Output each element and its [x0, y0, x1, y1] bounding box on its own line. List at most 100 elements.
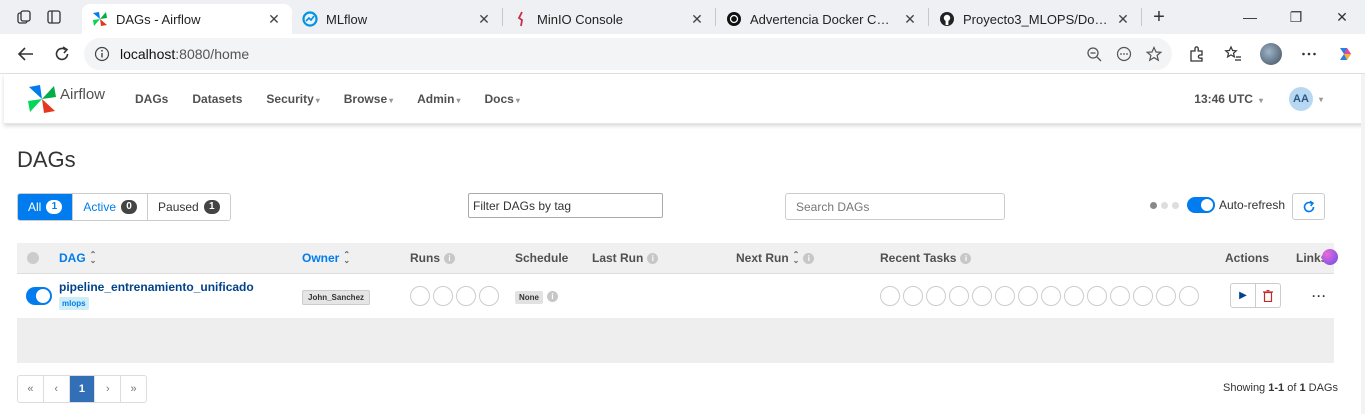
- extensions-icon[interactable]: [1188, 45, 1206, 63]
- minimize-icon[interactable]: —: [1227, 0, 1273, 34]
- site-info-icon[interactable]: [94, 46, 110, 62]
- dag-link[interactable]: pipeline_entrenamiento_unificado: [59, 280, 302, 294]
- trigger-dag-button[interactable]: ▶: [1231, 284, 1256, 307]
- header-next-run[interactable]: Next Run ⌃ ⌄ i: [736, 243, 880, 274]
- dag-tag[interactable]: mlops: [59, 296, 89, 310]
- dag-pause-toggle[interactable]: [26, 286, 52, 305]
- close-window-icon[interactable]: ✕: [1319, 0, 1365, 34]
- status-filter-group: All 1 Active 0 Paused 1: [17, 193, 231, 221]
- zoom-out-icon[interactable]: [1086, 46, 1102, 62]
- utc-clock[interactable]: 13:46 UTC ▾: [1194, 92, 1263, 106]
- task-state-circle[interactable]: [949, 285, 969, 306]
- header-toggle-col: [17, 243, 59, 274]
- more-links-icon[interactable]: ···: [1296, 289, 1327, 303]
- showing-prefix: Showing: [1222, 381, 1266, 394]
- menu-dags[interactable]: DAGs: [135, 92, 168, 106]
- menu-docs[interactable]: Docs ▾: [485, 92, 520, 106]
- task-state-circle[interactable]: [1041, 285, 1061, 306]
- task-state-circle[interactable]: [1110, 285, 1130, 306]
- run-state-circle[interactable]: [410, 285, 430, 306]
- tab-close-icon[interactable]: ✕: [902, 11, 918, 28]
- tab-mlflow[interactable]: MLflow ✕: [292, 4, 502, 34]
- task-state-circle[interactable]: [972, 285, 992, 306]
- refresh-button[interactable]: [1292, 193, 1325, 220]
- filter-paused-button[interactable]: Paused 1: [148, 194, 230, 220]
- task-state-circle[interactable]: [926, 285, 946, 306]
- tag-filter-input[interactable]: Filter DAGs by tag: [468, 193, 663, 218]
- run-state-circle[interactable]: [456, 285, 476, 306]
- tab-github[interactable]: Proyecto3_MLOPS/Dockerfile ✕: [929, 4, 1141, 34]
- task-state-circle[interactable]: [1156, 285, 1176, 306]
- autorefresh-toggle[interactable]: [1187, 197, 1215, 213]
- run-state-circle[interactable]: [479, 285, 499, 306]
- header-label: Owner: [302, 250, 340, 265]
- info-icon[interactable]: i: [960, 252, 972, 264]
- header-owner[interactable]: Owner ⌃ ⌄: [302, 243, 410, 274]
- page-first-button[interactable]: «: [18, 375, 44, 402]
- copilot-floating-icon[interactable]: [1322, 249, 1338, 265]
- task-state-circle[interactable]: [1064, 285, 1084, 306]
- page-next-button[interactable]: ›: [95, 375, 122, 402]
- menu-label: Security: [266, 91, 314, 106]
- tab-close-icon[interactable]: ✕: [689, 11, 705, 28]
- more-options-circle-icon[interactable]: [1116, 46, 1132, 62]
- tab-close-icon[interactable]: ✕: [476, 11, 492, 28]
- page-scrollbar[interactable]: [1361, 74, 1365, 414]
- showing-range: 1-1: [1268, 381, 1285, 394]
- task-state-circle[interactable]: [1018, 285, 1038, 306]
- restore-icon[interactable]: ❐: [1273, 0, 1319, 34]
- task-state-circle[interactable]: [880, 285, 900, 306]
- owner-chip[interactable]: John_Sanchez: [302, 289, 371, 305]
- workspaces-icon[interactable]: [16, 9, 32, 25]
- tab-title: DAGs - Airflow: [116, 11, 201, 27]
- profile-avatar[interactable]: [1260, 42, 1282, 65]
- menu-admin[interactable]: Admin ▾: [417, 92, 460, 106]
- task-state-circle[interactable]: [995, 285, 1015, 306]
- caret-down-icon: ▾: [315, 95, 320, 105]
- favorite-star-icon[interactable]: [1146, 45, 1162, 62]
- menu-security[interactable]: Security ▾: [266, 92, 319, 106]
- back-arrow-icon: [17, 46, 33, 61]
- run-state-circle[interactable]: [433, 285, 453, 306]
- user-menu[interactable]: AA ▾: [1288, 87, 1323, 111]
- airflow-pinwheel-icon: [28, 84, 56, 113]
- back-button[interactable]: [8, 38, 44, 70]
- filter-all-button[interactable]: All 1: [18, 194, 74, 220]
- page-prev-button[interactable]: ‹: [44, 375, 70, 402]
- tab-airflow[interactable]: DAGs - Airflow ✕: [82, 4, 292, 34]
- reload-button[interactable]: [44, 38, 80, 70]
- menu-browse[interactable]: Browse ▾: [344, 92, 393, 106]
- vertical-tabs-icon[interactable]: [46, 9, 62, 25]
- clock-text: 13:46 UTC: [1194, 92, 1253, 106]
- github-icon: [940, 12, 954, 26]
- info-icon[interactable]: i: [547, 290, 558, 302]
- filter-active-button[interactable]: Active 0: [73, 194, 149, 220]
- task-state-circle[interactable]: [903, 285, 923, 306]
- page-current-button[interactable]: 1: [69, 375, 96, 402]
- tab-chatgpt[interactable]: Advertencia Docker Compos ✕: [716, 4, 928, 34]
- info-icon[interactable]: i: [444, 252, 455, 264]
- url-bar[interactable]: localhost:8080/home: [84, 37, 1172, 70]
- airflow-logo[interactable]: Airflow: [26, 83, 105, 115]
- search-dags-input[interactable]: Search DAGs: [785, 193, 1005, 220]
- tab-close-icon[interactable]: ✕: [1115, 11, 1131, 28]
- browser-menu-dots-icon[interactable]: [1300, 45, 1318, 63]
- schedule-cell: None i: [515, 273, 592, 319]
- menu-datasets[interactable]: Datasets: [192, 92, 242, 106]
- delete-dag-button[interactable]: [1256, 284, 1280, 307]
- info-icon[interactable]: i: [647, 252, 659, 264]
- tab-close-icon[interactable]: ✕: [266, 11, 282, 28]
- new-tab-plus-icon[interactable]: +: [1142, 6, 1176, 29]
- header-recent-tasks: Recent Tasks i: [880, 243, 1225, 274]
- task-state-circle[interactable]: [1087, 285, 1107, 306]
- brand-name: Airflow: [60, 86, 106, 103]
- page-last-button[interactable]: »: [121, 376, 146, 402]
- info-icon[interactable]: [27, 251, 39, 264]
- info-icon[interactable]: i: [803, 252, 815, 264]
- tab-minio[interactable]: MinIO Console ✕: [503, 4, 715, 34]
- copilot-icon[interactable]: [1336, 45, 1354, 63]
- task-state-circle[interactable]: [1133, 285, 1153, 306]
- favorites-list-icon[interactable]: [1224, 45, 1242, 63]
- header-dag[interactable]: DAG ⌃ ⌄: [59, 243, 302, 274]
- task-state-circle[interactable]: [1179, 285, 1199, 306]
